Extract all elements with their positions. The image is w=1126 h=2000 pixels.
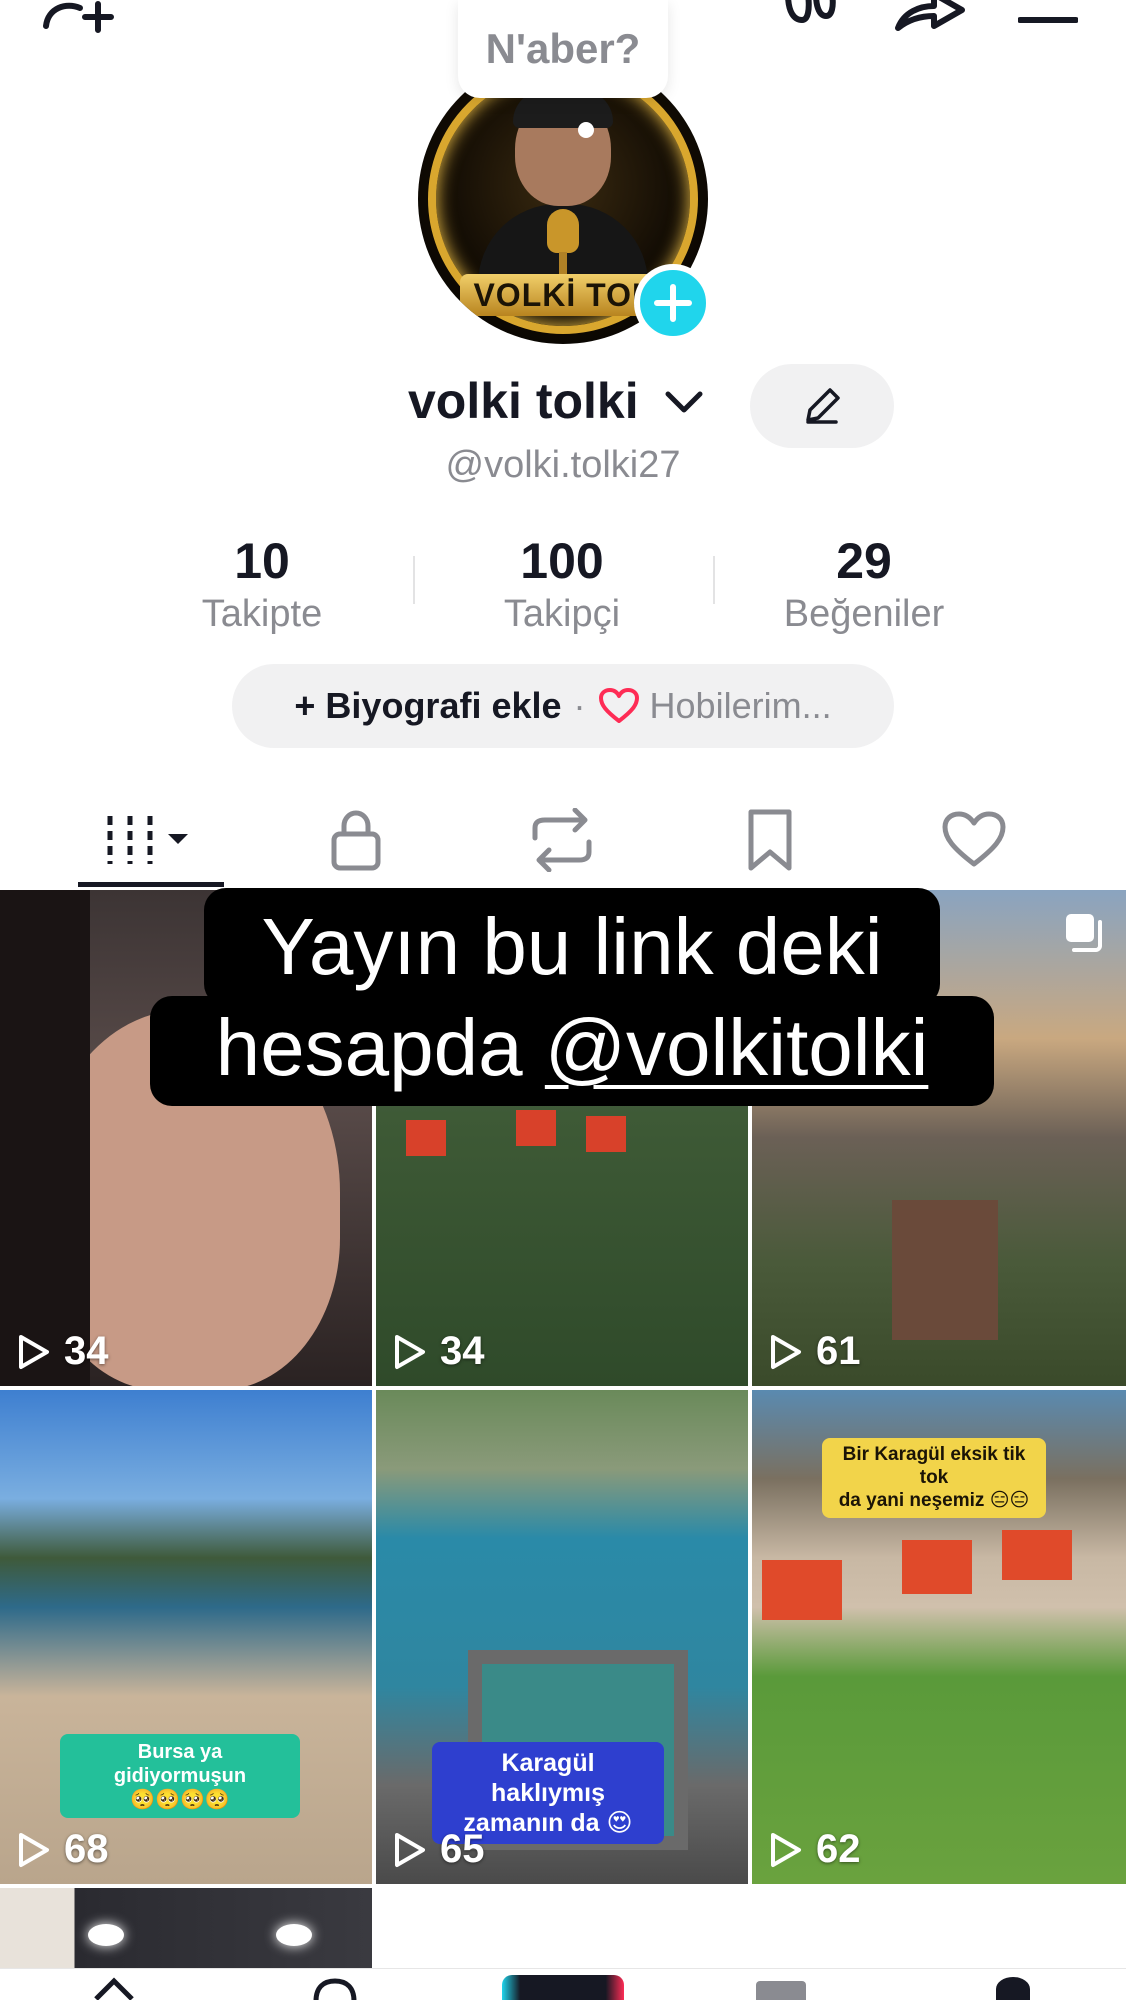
video-thumbnail[interactable] bbox=[0, 1888, 372, 1968]
tab-active-indicator bbox=[78, 882, 224, 887]
stat-likes-label: Beğeniler bbox=[783, 593, 945, 635]
status-bubble[interactable]: N'aber? bbox=[458, 0, 668, 98]
pencil-icon bbox=[806, 388, 840, 424]
tab-saved[interactable] bbox=[690, 790, 850, 890]
overlay-banner-mention-link[interactable]: @volkitolki bbox=[545, 1003, 929, 1092]
thumbnail-chair bbox=[1002, 1530, 1072, 1580]
multi-photo-icon bbox=[1066, 914, 1102, 952]
thumbnail-light bbox=[88, 1924, 124, 1946]
play-icon bbox=[19, 1334, 49, 1369]
home-icon[interactable] bbox=[92, 1973, 136, 2000]
view-count: 62 bbox=[768, 1827, 861, 1872]
status-bubble-text: N'aber? bbox=[485, 25, 641, 72]
profile-tabs bbox=[0, 790, 1126, 890]
stat-followers-value: 100 bbox=[520, 533, 604, 589]
bookmark-icon bbox=[748, 809, 792, 871]
video-caption: Bursa ya gidiyormuşun 🥺🥺🥺🥺 bbox=[60, 1734, 300, 1818]
stat-likes[interactable]: 29 Beğeniler bbox=[734, 532, 994, 638]
play-icon bbox=[771, 1832, 801, 1867]
add-bio-label[interactable]: + Biyografi ekle bbox=[294, 685, 561, 727]
stat-followers[interactable]: 100 Takipçi bbox=[432, 532, 692, 638]
view-count-value: 62 bbox=[816, 1827, 861, 1871]
stat-divider bbox=[413, 556, 415, 604]
tab-liked[interactable] bbox=[894, 790, 1054, 890]
video-caption: Bir Karagül eksik tik tok da yani neşemi… bbox=[822, 1438, 1046, 1519]
view-count: 61 bbox=[768, 1329, 861, 1374]
footprint-icon[interactable] bbox=[780, 0, 840, 30]
thumbnail-hair bbox=[0, 890, 90, 1386]
overlay-banner-prefix: hesapda bbox=[215, 1003, 545, 1092]
stat-following[interactable]: 10 Takipte bbox=[132, 532, 392, 638]
create-button[interactable] bbox=[502, 1975, 624, 2000]
heart-icon bbox=[598, 688, 639, 723]
overlay-banner-line1: Yayın bu link deki bbox=[204, 888, 940, 1006]
video-thumbnail[interactable]: Bir Karagül eksik tik tok da yani neşemi… bbox=[752, 1390, 1126, 1884]
thumbnail-chair bbox=[406, 1120, 446, 1156]
friends-icon[interactable] bbox=[310, 1975, 360, 2000]
view-count-value: 34 bbox=[440, 1329, 485, 1373]
video-thumbnail[interactable]: Karagül haklıymış zamanın da 😍 65 bbox=[376, 1390, 748, 1884]
view-count: 34 bbox=[392, 1329, 485, 1374]
video-thumbnail[interactable]: Bursa ya gidiyormuşun 🥺🥺🥺🥺 68 bbox=[0, 1390, 372, 1884]
display-name[interactable]: volki tolki bbox=[408, 372, 639, 430]
stat-following-label: Takipte bbox=[201, 593, 323, 635]
bio-separator: · bbox=[573, 685, 586, 726]
lock-icon bbox=[331, 810, 381, 871]
tab-reposts[interactable] bbox=[482, 790, 642, 890]
bottom-navigation bbox=[0, 1968, 1126, 2000]
menu-icon[interactable] bbox=[1018, 0, 1078, 30]
thumbnail-chair bbox=[902, 1540, 972, 1594]
add-friend-icon[interactable] bbox=[40, 0, 120, 34]
repost-icon bbox=[532, 808, 592, 872]
hobbies-label[interactable]: Hobilerim... bbox=[650, 685, 832, 727]
view-count: 68 bbox=[16, 1827, 109, 1872]
play-icon bbox=[19, 1832, 49, 1867]
tab-private[interactable] bbox=[276, 790, 436, 890]
username: @volki.tolki27 bbox=[445, 444, 681, 486]
view-count: 65 bbox=[392, 1827, 485, 1872]
chevron-down-icon[interactable] bbox=[664, 388, 704, 423]
stat-likes-value: 29 bbox=[836, 533, 892, 589]
grid-columns-icon bbox=[107, 816, 188, 864]
thumbnail-chair bbox=[586, 1116, 626, 1152]
microphone-icon bbox=[547, 209, 579, 253]
view-count-value: 65 bbox=[440, 1827, 485, 1871]
stat-divider bbox=[713, 556, 715, 604]
thumbnail-chair bbox=[762, 1560, 842, 1620]
video-caption-text: Karagül haklıymış zamanın da 😍 bbox=[463, 1749, 633, 1837]
view-count-value: 34 bbox=[64, 1329, 109, 1373]
thumbnail-inset-photo bbox=[892, 1200, 998, 1340]
play-icon bbox=[771, 1334, 801, 1369]
view-count: 34 bbox=[16, 1329, 109, 1374]
plus-icon bbox=[654, 284, 692, 322]
status-bubble-tail bbox=[578, 122, 594, 138]
view-count-value: 68 bbox=[64, 1827, 109, 1871]
overlay-banner-line2: hesapda @volkitolki bbox=[150, 996, 994, 1106]
thumbnail-chair bbox=[516, 1110, 556, 1146]
inbox-icon[interactable] bbox=[756, 1981, 806, 2000]
tab-videos[interactable] bbox=[70, 790, 230, 890]
stat-followers-label: Takipçi bbox=[503, 593, 621, 635]
thumbnail-light bbox=[276, 1924, 312, 1946]
bio-pill[interactable]: + Biyografi ekle · Hobilerim... bbox=[232, 664, 894, 748]
play-icon bbox=[395, 1832, 425, 1867]
profile-icon[interactable] bbox=[996, 1977, 1030, 2000]
heart-icon bbox=[942, 811, 1006, 867]
add-story-button[interactable] bbox=[634, 264, 712, 342]
play-icon bbox=[395, 1334, 425, 1369]
share-icon[interactable] bbox=[890, 0, 970, 34]
view-count-value: 61 bbox=[816, 1329, 861, 1373]
stat-following-value: 10 bbox=[234, 533, 290, 589]
video-caption-text: Bursa ya gidiyormuşun 🥺🥺🥺🥺 bbox=[113, 1741, 247, 1811]
video-caption-text: Bir Karagül eksik tik tok da yani neşemi… bbox=[838, 1444, 1030, 1511]
edit-profile-button[interactable] bbox=[750, 364, 894, 448]
